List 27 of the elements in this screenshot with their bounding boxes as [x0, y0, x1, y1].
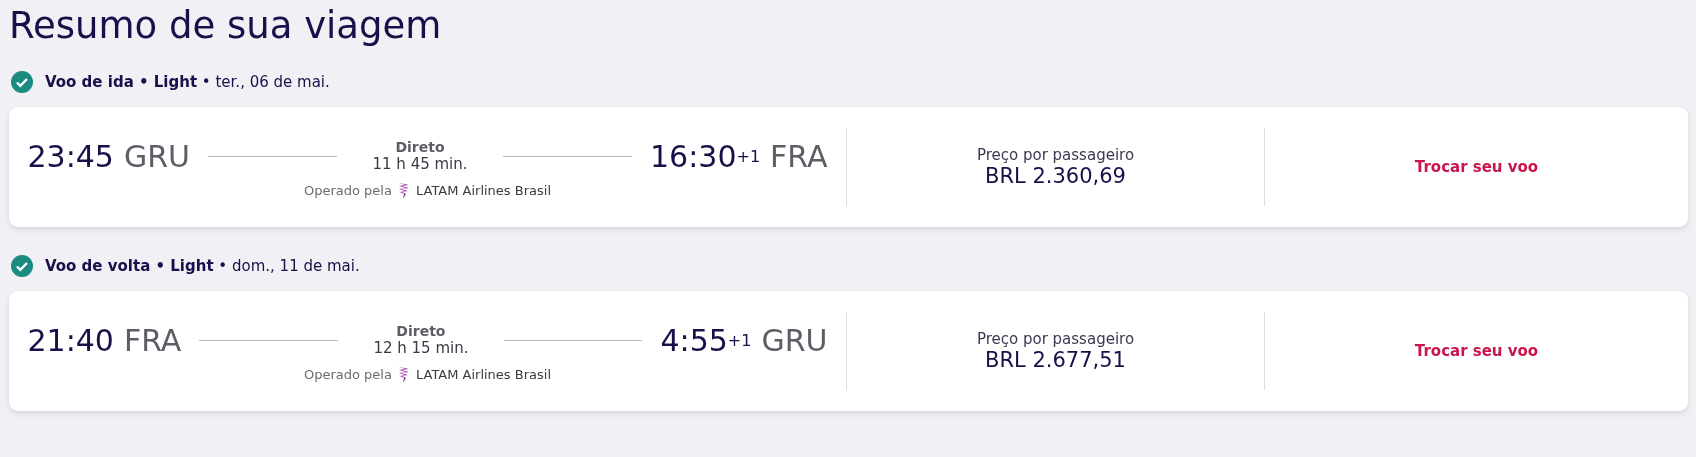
arrival-time: 4:55	[660, 322, 728, 358]
departure-time: 23:45	[27, 138, 114, 174]
airline-name: LATAM Airlines Brasil	[415, 367, 551, 382]
page-title: Resumo de sua viagem	[9, 4, 443, 47]
stops-label: Direto	[395, 139, 445, 155]
price-label: Preço por passageiro	[976, 146, 1135, 164]
flight-duration: 11 h 45 min.	[372, 155, 468, 173]
arrival-airport: FRA	[770, 138, 828, 174]
day-offset: +1	[736, 146, 761, 166]
day-offset: +1	[727, 330, 752, 350]
price-label: Preço por passageiro	[976, 330, 1135, 348]
change-flight-link[interactable]: Trocar seu voo	[1414, 342, 1539, 360]
arrival-airport: GRU	[761, 322, 828, 358]
flight-heading: Voo de volta • Light • dom., 11 de mai.	[45, 257, 360, 275]
price-value: BRL 2.677,51	[985, 348, 1126, 372]
operated-label: Operado pela	[304, 183, 392, 198]
operated-label: Operado pela	[304, 367, 392, 382]
departure-time: 21:40	[27, 322, 114, 358]
stops-label: Direto	[396, 323, 446, 339]
flight-heading: Voo de ida • Light • ter., 06 de mai.	[45, 73, 330, 91]
change-flight-link[interactable]: Trocar seu voo	[1414, 158, 1539, 176]
departure-airport: GRU	[123, 138, 191, 174]
arrival-time: 16:30	[650, 138, 737, 174]
departure-airport: FRA	[123, 322, 182, 358]
flight-duration: 12 h 15 min.	[373, 339, 469, 357]
price-value: BRL 2.360,69	[985, 164, 1126, 188]
airline-name: LATAM Airlines Brasil	[415, 183, 551, 198]
